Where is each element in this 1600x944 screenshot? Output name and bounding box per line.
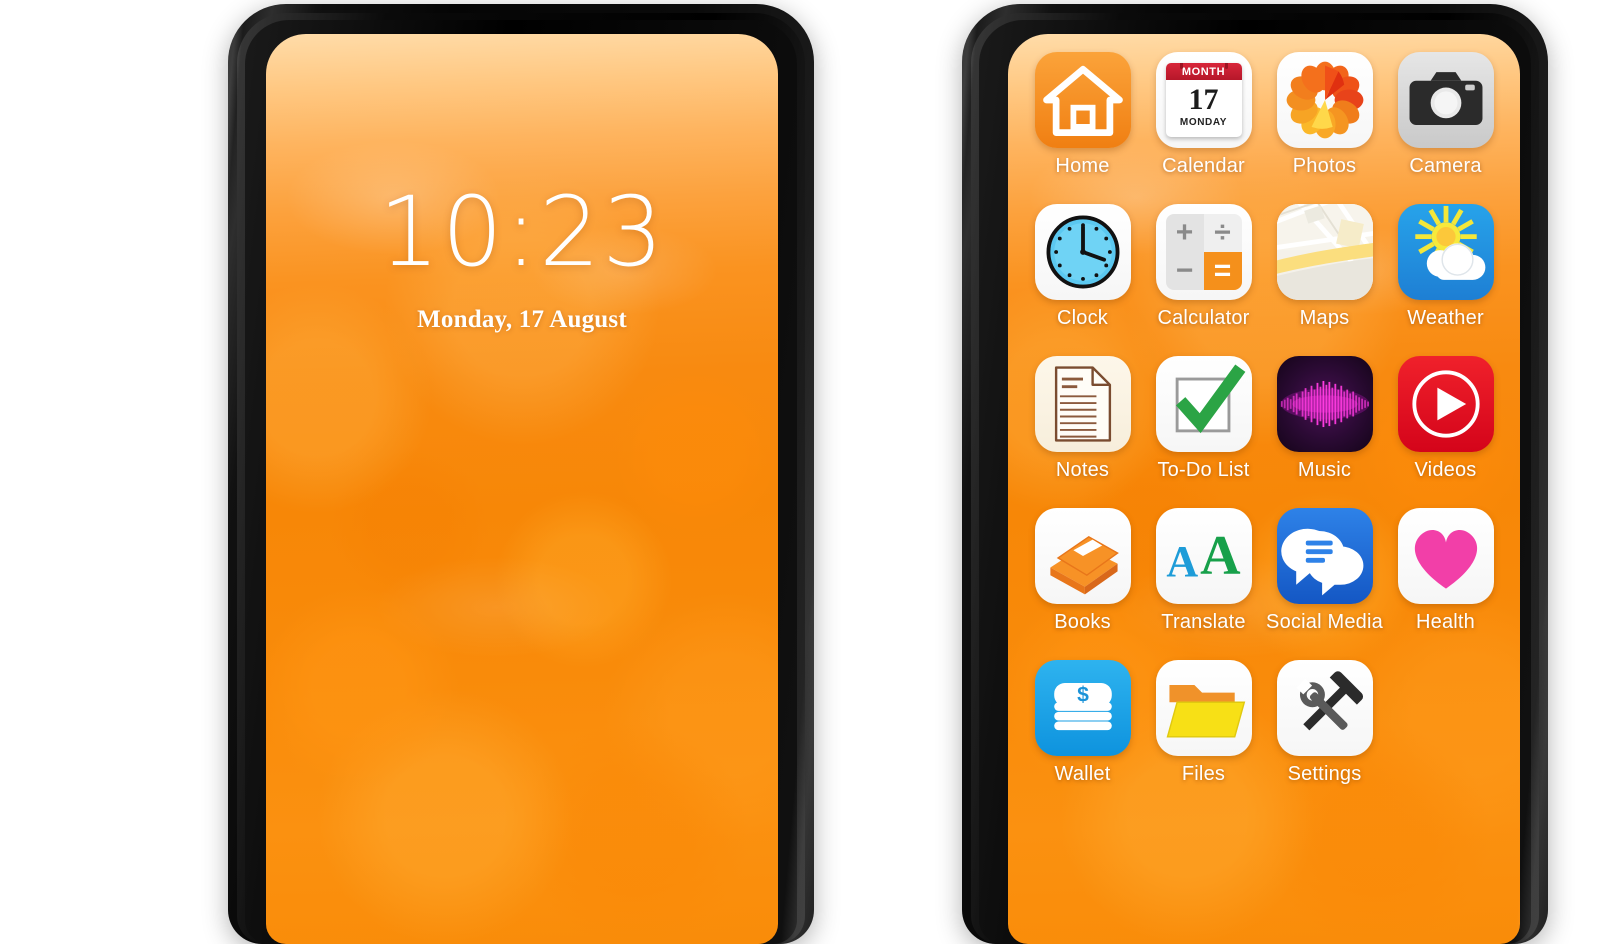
app-books[interactable]: Books: [1022, 508, 1143, 634]
app-music[interactable]: Music: [1264, 356, 1385, 482]
calendar-icon[interactable]: MONTH 17 MONDAY: [1155, 52, 1252, 148]
app-label: Videos: [1414, 459, 1477, 481]
app-label: Wallet: [1054, 763, 1111, 785]
app-label: Calendar: [1162, 155, 1245, 177]
app-to-do-list[interactable]: To-Do List: [1143, 356, 1264, 482]
app-label: Photos: [1292, 155, 1357, 177]
folder-icon[interactable]: [1155, 660, 1252, 756]
note-page-icon[interactable]: [1034, 356, 1131, 452]
app-label: Social Media: [1266, 611, 1383, 633]
app-calendar[interactable]: MONTH 17 MONDAY Calendar: [1143, 52, 1264, 178]
app-label: Home: [1055, 155, 1110, 177]
app-label: Books: [1054, 611, 1111, 633]
letters-aa-icon[interactable]: AA: [1155, 508, 1252, 604]
money-icon[interactable]: $: [1034, 660, 1131, 756]
lock-screen-display[interactable]: 10:23 Monday, 17 August: [266, 34, 778, 944]
app-weather[interactable]: Weather: [1385, 204, 1506, 330]
tools-icon[interactable]: [1276, 660, 1373, 756]
wallpaper: [266, 34, 778, 944]
app-calculator[interactable]: + ÷ − = Calculator: [1143, 204, 1264, 330]
app-wallet[interactable]: $ Wallet: [1022, 660, 1143, 786]
svg-text:$: $: [1077, 683, 1089, 706]
clock-time: 10:23: [378, 176, 666, 288]
app-social-media[interactable]: Social Media: [1264, 508, 1385, 634]
book-icon[interactable]: [1034, 508, 1131, 604]
house-icon[interactable]: [1034, 52, 1131, 148]
app-label: Notes: [1055, 459, 1110, 481]
app-files[interactable]: Files: [1143, 660, 1264, 786]
app-videos[interactable]: Videos: [1385, 356, 1506, 482]
camera-icon[interactable]: [1397, 52, 1494, 148]
app-label: Music: [1297, 459, 1352, 481]
app-home[interactable]: Home: [1022, 52, 1143, 178]
app-label: Translate: [1161, 611, 1246, 633]
app-label: Health: [1415, 611, 1475, 633]
chat-bubbles-icon[interactable]: [1276, 508, 1373, 604]
screenshot-canvas: 10:23 Monday, 17 August Home MONTH 17 MONDA…: [0, 0, 1600, 944]
flower-icon[interactable]: [1276, 52, 1373, 148]
app-camera[interactable]: Camera: [1385, 52, 1506, 178]
app-maps[interactable]: Maps: [1264, 204, 1385, 330]
calculator-icon[interactable]: + ÷ − =: [1155, 204, 1252, 300]
clock-icon[interactable]: [1034, 204, 1131, 300]
app-label: Weather: [1407, 307, 1484, 329]
app-label: Calculator: [1157, 307, 1250, 329]
heart-icon[interactable]: [1397, 508, 1494, 604]
sun-cloud-icon[interactable]: [1397, 204, 1494, 300]
app-label: Maps: [1299, 307, 1350, 329]
app-photos[interactable]: Photos: [1264, 52, 1385, 178]
app-clock[interactable]: Clock: [1022, 204, 1143, 330]
app-settings[interactable]: Settings: [1264, 660, 1385, 786]
checkbox-icon[interactable]: [1155, 356, 1252, 452]
home-screen-display[interactable]: Home MONTH 17 MONDAY Calendar Photos Camera Clo…: [1008, 34, 1520, 944]
app-translate[interactable]: A A Translate: [1143, 508, 1264, 634]
app-health[interactable]: Health: [1385, 508, 1506, 634]
play-icon[interactable]: [1397, 356, 1494, 452]
home-screen-phone: Home MONTH 17 MONDAY Calendar Photos Camera Clo…: [962, 4, 1548, 944]
map-icon[interactable]: [1276, 204, 1373, 300]
app-label: Camera: [1409, 155, 1482, 177]
app-label: Settings: [1287, 763, 1362, 785]
lock-screen-phone: 10:23 Monday, 17 August: [228, 4, 814, 944]
app-label: Clock: [1056, 307, 1108, 329]
app-label: Files: [1181, 763, 1226, 785]
waveform-icon[interactable]: [1276, 356, 1373, 452]
app-notes[interactable]: Notes: [1022, 356, 1143, 482]
app-label: To-Do List: [1157, 459, 1250, 481]
app-grid: Home MONTH 17 MONDAY Calendar Photos Camera Clo…: [1008, 52, 1520, 786]
clock-date: Monday, 17 August: [417, 306, 627, 333]
lock-screen-clock-group: 10:23 Monday, 17 August: [266, 184, 778, 334]
